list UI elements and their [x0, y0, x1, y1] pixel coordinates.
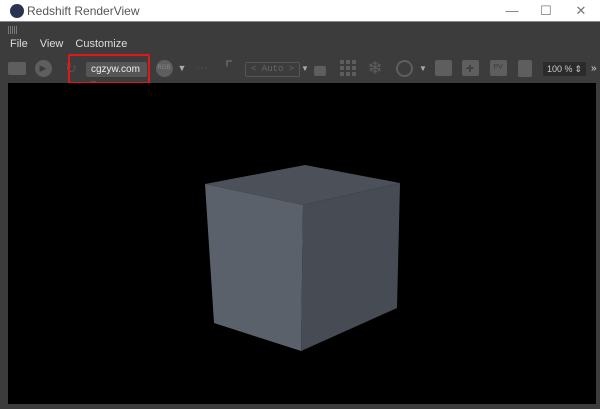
snowflake-icon[interactable]: ❄ — [366, 57, 384, 79]
spin-icon[interactable]: ⇕ — [574, 62, 582, 76]
title-bar: Redshift RenderView — ☐ ✕ — [0, 0, 600, 22]
grid-dots-icon[interactable]: ⋯ — [195, 57, 209, 79]
crop-mode-value: < Auto > — [251, 64, 295, 74]
menu-bar: File View Customize — [0, 38, 127, 54]
circle-icon[interactable] — [395, 57, 413, 79]
pv-icon[interactable]: PV — [488, 57, 508, 79]
menu-file[interactable]: File — [10, 38, 28, 54]
play-button[interactable]: ▶ — [33, 57, 53, 79]
highlight-box — [68, 54, 150, 84]
channel-button[interactable]: RGB — [155, 57, 173, 79]
cube-right-face — [301, 183, 400, 351]
cube-left-face — [205, 184, 303, 351]
chevron-down-icon[interactable]: ▼ — [177, 57, 187, 79]
chevron-down-icon[interactable]: ▼ — [300, 57, 310, 79]
menu-view[interactable]: View — [40, 38, 64, 54]
crop-icon[interactable]: ⌜ — [219, 57, 239, 79]
tiles-icon[interactable] — [339, 57, 357, 79]
clapper-icon[interactable] — [7, 57, 27, 79]
add-snapshot-icon[interactable]: + — [460, 57, 480, 79]
close-button[interactable]: ✕ — [566, 1, 596, 21]
overflow-button[interactable]: » — [591, 63, 597, 74]
menu-customize[interactable]: Customize — [75, 38, 127, 54]
chevron-down-icon[interactable]: ▼ — [418, 57, 428, 79]
minimize-button[interactable]: — — [497, 1, 527, 21]
toolbar-grip-handle[interactable] — [8, 26, 18, 34]
channel-label: RGB — [155, 59, 173, 77]
zoom-value: 100 % — [547, 64, 573, 74]
copy-icon[interactable] — [515, 57, 535, 79]
rendered-cube — [205, 165, 400, 351]
crop-mode-select[interactable]: < Auto > — [245, 62, 300, 77]
zoom-input[interactable]: 100 % ⇕ — [543, 62, 586, 76]
maximize-button[interactable]: ☐ — [531, 1, 561, 21]
lock-icon[interactable] — [313, 57, 327, 79]
render-viewport[interactable] — [8, 83, 596, 404]
app-logo-icon — [10, 4, 24, 18]
image-stack-icon[interactable] — [433, 57, 453, 79]
window-title: Redshift RenderView — [27, 4, 140, 18]
